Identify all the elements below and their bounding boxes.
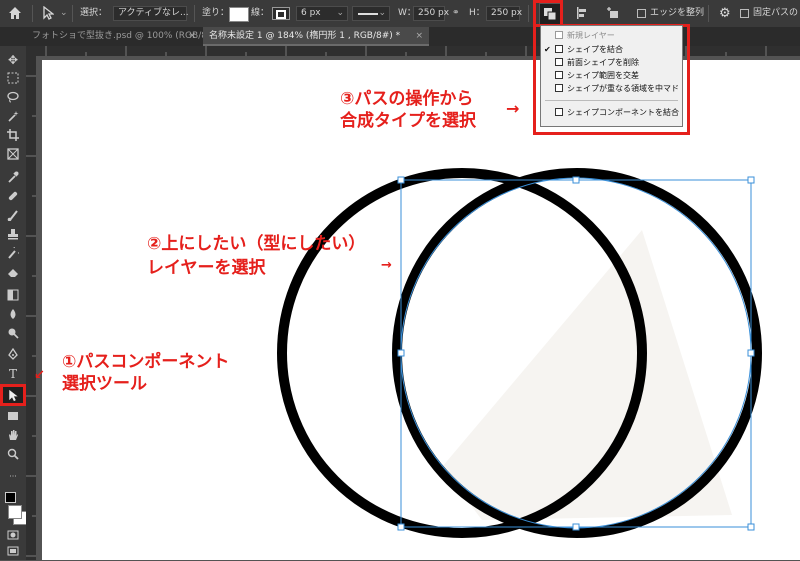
menu-item-intersect-shapes[interactable]: シェイプ範囲を交差 bbox=[541, 69, 682, 82]
hand-tool-icon[interactable] bbox=[3, 427, 23, 445]
move-tool-icon[interactable]: ✥ bbox=[3, 51, 23, 69]
eraser-tool-icon[interactable] bbox=[3, 264, 23, 282]
intersect-shapes-icon bbox=[555, 71, 563, 79]
exclude-overlapping-icon bbox=[555, 84, 563, 92]
eyedropper-tool-icon[interactable] bbox=[3, 169, 23, 187]
more-tools-icon[interactable]: ··· bbox=[3, 468, 23, 486]
foreground-color-swatch[interactable] bbox=[8, 505, 22, 519]
stroke-type-dropdown[interactable]: ⌄ bbox=[352, 6, 390, 21]
align-edges-checkbox[interactable] bbox=[637, 9, 646, 18]
dodge-tool-icon[interactable] bbox=[3, 325, 23, 343]
frame-tool-icon[interactable] bbox=[3, 146, 23, 164]
annotation-step2-line1: ②上にしたい（型にしたい） bbox=[147, 234, 366, 254]
tab-label: 名称未設定 1 @ 184% (楕円形 1 , RGB/8#) * bbox=[209, 31, 401, 41]
zoom-tool-icon[interactable] bbox=[3, 446, 23, 464]
stroke-width-value: 6 px bbox=[301, 8, 321, 18]
height-value: 250 px bbox=[491, 8, 523, 18]
fill-swatch[interactable] bbox=[229, 7, 249, 22]
checkmark-icon: ✔ bbox=[544, 45, 551, 54]
select-value: アクティブなレ... bbox=[118, 8, 189, 18]
merge-shape-components-icon bbox=[555, 108, 563, 116]
fill-label: 塗り： bbox=[202, 8, 230, 18]
align-edges-label: エッジを整列 bbox=[650, 8, 705, 18]
select-dropdown[interactable]: アクティブなレ... bbox=[113, 6, 189, 21]
document-canvas[interactable] bbox=[42, 60, 800, 560]
annotation-arrow-right: → bbox=[381, 258, 392, 273]
menu-item-combine-shapes[interactable]: ✔ シェイプを結合 bbox=[541, 43, 682, 56]
tab-document-1[interactable]: フォトショで型抜き.psd @ 100% (RGB/8#) × bbox=[26, 27, 218, 46]
height-label: H： bbox=[469, 8, 485, 18]
pen-tool-icon[interactable] bbox=[3, 346, 23, 364]
select-label: 選択： bbox=[80, 8, 108, 18]
gradient-tool-icon[interactable] bbox=[3, 287, 23, 305]
screen-mode-icon[interactable] bbox=[3, 543, 23, 561]
stroke-label: 線： bbox=[251, 8, 270, 18]
clone-stamp-tool-icon[interactable] bbox=[3, 226, 23, 244]
height-field[interactable]: 250 px bbox=[486, 6, 523, 21]
path-operations-menu: 新規レイヤー ✔ シェイプを結合 前面シェイプを削除 シェイプ範囲を交差 シェイ… bbox=[540, 25, 683, 127]
link-icon[interactable]: ⚭ bbox=[452, 0, 460, 27]
annotation-arrow-left: ↙ bbox=[34, 368, 45, 383]
gear-icon[interactable]: ⚙ bbox=[719, 0, 731, 27]
menu-item-merge-shape-components[interactable]: シェイプコンポーネントを結合 bbox=[541, 106, 682, 119]
close-icon[interactable]: × bbox=[188, 27, 196, 46]
menu-item-new-layer[interactable]: 新規レイヤー bbox=[541, 29, 682, 42]
path-selection-arrow-icon bbox=[9, 389, 18, 402]
menu-divider bbox=[545, 100, 678, 101]
path-selection-tool-button[interactable] bbox=[0, 384, 26, 406]
combine-shapes-icon bbox=[555, 45, 563, 53]
width-value: 250 px bbox=[418, 8, 450, 18]
chevron-down-icon: ⌄ bbox=[336, 8, 344, 18]
type-tool-icon[interactable]: T bbox=[3, 365, 23, 383]
path-alignment-icon[interactable] bbox=[576, 0, 588, 27]
tab-document-2[interactable]: 名称未設定 1 @ 184% (楕円形 1 , RGB/8#) * × bbox=[203, 27, 429, 46]
blur-tool-icon[interactable] bbox=[3, 306, 23, 324]
annotation-step1-line2: 選択ツール bbox=[62, 374, 147, 394]
healing-brush-tool-icon[interactable] bbox=[3, 188, 23, 206]
chevron-down-icon: ⌄ bbox=[378, 8, 386, 18]
home-icon[interactable] bbox=[8, 0, 22, 27]
stroke-swatch[interactable] bbox=[272, 7, 290, 20]
annotation-step3-line1: ③パスの操作から bbox=[340, 89, 474, 109]
path-operations-highlight bbox=[533, 0, 563, 27]
path-selection-tool-preset-icon[interactable] bbox=[42, 0, 55, 27]
default-colors-icon[interactable] bbox=[5, 492, 16, 503]
width-field[interactable]: 250 px bbox=[413, 6, 449, 21]
vertical-ruler bbox=[26, 46, 36, 560]
annotation-arrow-right: → bbox=[506, 99, 520, 118]
rectangle-tool-icon[interactable] bbox=[3, 408, 23, 426]
menu-item-exclude-overlapping[interactable]: シェイプが重なる領域を中マド bbox=[541, 82, 682, 95]
marquee-tool-icon[interactable] bbox=[3, 70, 23, 88]
annotation-step2-line2: レイヤーを選択 bbox=[147, 258, 266, 278]
subtract-front-shape-icon bbox=[555, 58, 563, 66]
magic-wand-tool-icon[interactable] bbox=[3, 108, 23, 126]
chevron-down-icon[interactable]: ⌄ bbox=[60, 0, 68, 27]
annotation-step3-line2: 合成タイプを選択 bbox=[340, 111, 476, 131]
new-layer-icon bbox=[555, 31, 563, 39]
crop-tool-icon[interactable] bbox=[3, 127, 23, 145]
menu-item-subtract-front-shape[interactable]: 前面シェイプを削除 bbox=[541, 56, 682, 69]
close-icon[interactable]: × bbox=[415, 27, 423, 46]
path-arrangement-icon[interactable] bbox=[606, 0, 620, 27]
annotation-step1-line1: ①パスコンポーネント bbox=[62, 352, 230, 372]
lasso-tool-icon[interactable] bbox=[3, 89, 23, 107]
fixed-path-drag-checkbox[interactable] bbox=[740, 9, 749, 18]
history-brush-tool-icon[interactable] bbox=[3, 245, 23, 263]
fixed-path-drag-label: 固定パスのドラ bbox=[753, 8, 800, 18]
brush-tool-icon[interactable] bbox=[3, 207, 23, 225]
stroke-width-field[interactable]: 6 px ⌄ bbox=[296, 6, 348, 21]
